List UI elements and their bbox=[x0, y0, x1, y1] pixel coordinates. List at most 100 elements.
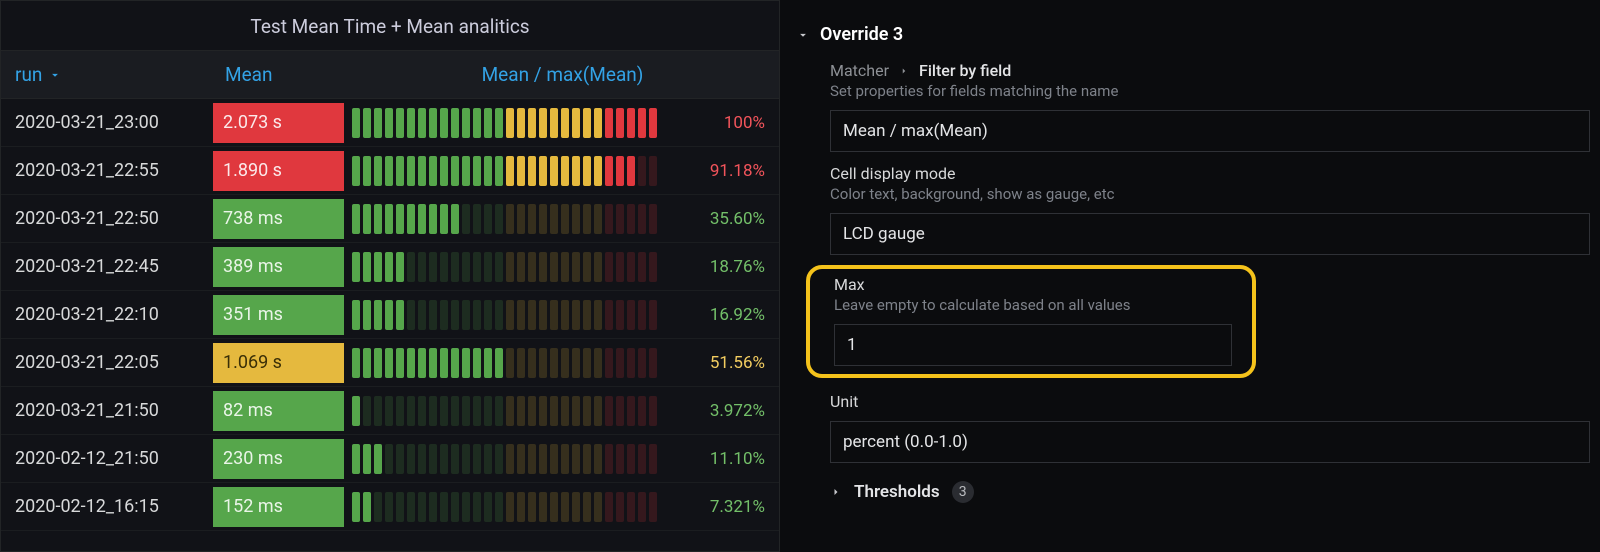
gauge-segment bbox=[484, 156, 492, 186]
gauge-segment bbox=[605, 444, 613, 474]
matcher-select[interactable]: Mean / max(Mean) bbox=[830, 110, 1590, 152]
unit-select[interactable]: percent (0.0-1.0) bbox=[830, 421, 1590, 463]
gauge-segment bbox=[572, 492, 580, 522]
gauge-segment bbox=[484, 492, 492, 522]
gauge-segment bbox=[363, 204, 371, 234]
gauge-segment bbox=[638, 108, 646, 138]
gauge-segment bbox=[385, 300, 393, 330]
gauge-segment bbox=[561, 300, 569, 330]
column-header-gauge[interactable]: Mean / max(Mean) bbox=[346, 51, 779, 98]
gauge-segment bbox=[627, 108, 635, 138]
gauge-segment bbox=[484, 204, 492, 234]
display-mode-select[interactable]: LCD gauge bbox=[830, 213, 1590, 255]
gauge-segment bbox=[451, 396, 459, 426]
gauge-segment bbox=[462, 108, 470, 138]
table-row: 2020-03-21_22:551.890 s91.18% bbox=[1, 147, 779, 195]
gauge-segment bbox=[451, 252, 459, 282]
cell-mean: 82 ms bbox=[211, 389, 346, 433]
gauge-segment bbox=[550, 204, 558, 234]
gauge-segment bbox=[451, 204, 459, 234]
cell-run: 2020-03-21_21:50 bbox=[1, 400, 211, 421]
gauge-segment bbox=[473, 396, 481, 426]
gauge-segment bbox=[484, 252, 492, 282]
gauge-segment bbox=[539, 156, 547, 186]
gauge-segment bbox=[528, 156, 536, 186]
gauge-segment bbox=[440, 156, 448, 186]
gauge-segment bbox=[517, 252, 525, 282]
gauge-segment bbox=[407, 444, 415, 474]
gauge-segment bbox=[594, 156, 602, 186]
column-header-run[interactable]: run bbox=[1, 51, 211, 98]
column-header-mean[interactable]: Mean bbox=[211, 51, 346, 98]
data-panel: Test Mean Time + Mean analitics run Mean… bbox=[0, 0, 780, 552]
matcher-field: Matcher Filter by field Set properties f… bbox=[796, 53, 1600, 156]
table-body: 2020-03-21_23:002.073 s100%2020-03-21_22… bbox=[1, 99, 779, 531]
gauge-segment bbox=[429, 204, 437, 234]
thresholds-header[interactable]: Thresholds 3 bbox=[796, 467, 1600, 503]
gauge-segment bbox=[638, 300, 646, 330]
gauge-segment bbox=[605, 156, 613, 186]
gauge-segment bbox=[396, 156, 404, 186]
gauge-segment bbox=[473, 492, 481, 522]
gauge-segment bbox=[363, 252, 371, 282]
gauge-segment bbox=[517, 156, 525, 186]
breadcrumb-item: Matcher bbox=[830, 61, 889, 80]
gauge-segment bbox=[352, 108, 360, 138]
gauge-segment bbox=[517, 108, 525, 138]
gauge-segment bbox=[583, 108, 591, 138]
gauge-segment bbox=[473, 300, 481, 330]
cell-run: 2020-02-12_21:50 bbox=[1, 448, 211, 469]
percent-value: 35.60% bbox=[699, 209, 771, 229]
gauge-segment bbox=[649, 204, 657, 234]
gauge-segment bbox=[638, 252, 646, 282]
gauge-segment bbox=[572, 108, 580, 138]
gauge-segment bbox=[616, 444, 624, 474]
gauge-segment bbox=[363, 348, 371, 378]
cell-gauge: 11.10% bbox=[346, 444, 779, 474]
gauge-segment bbox=[506, 300, 514, 330]
gauge-segment bbox=[451, 156, 459, 186]
gauge-segment bbox=[440, 300, 448, 330]
gauge-segment bbox=[539, 396, 547, 426]
max-input[interactable] bbox=[834, 324, 1232, 366]
gauge-segment bbox=[517, 204, 525, 234]
gauge-segment bbox=[583, 156, 591, 186]
gauge-segment bbox=[649, 444, 657, 474]
gauge-segment bbox=[495, 444, 503, 474]
percent-value: 7.321% bbox=[699, 497, 771, 517]
gauge-segment bbox=[506, 108, 514, 138]
gauge-segment bbox=[528, 348, 536, 378]
gauge-segment bbox=[396, 444, 404, 474]
gauge-segment bbox=[418, 348, 426, 378]
gauge-segment bbox=[594, 252, 602, 282]
gauge-segment bbox=[363, 492, 371, 522]
gauge-segment bbox=[561, 492, 569, 522]
mean-value: 351 ms bbox=[213, 295, 344, 335]
gauge-segment bbox=[495, 492, 503, 522]
gauge-segment bbox=[462, 348, 470, 378]
gauge-segment bbox=[473, 252, 481, 282]
gauge-segment bbox=[572, 300, 580, 330]
override-header[interactable]: Override 3 bbox=[796, 10, 1600, 53]
gauge-segment bbox=[418, 204, 426, 234]
gauge-segment bbox=[539, 492, 547, 522]
gauge-segment bbox=[352, 204, 360, 234]
gauge-segment bbox=[484, 444, 492, 474]
gauge-segment bbox=[429, 348, 437, 378]
gauge-segment bbox=[495, 252, 503, 282]
gauge-segment bbox=[649, 492, 657, 522]
gauge-segment bbox=[528, 108, 536, 138]
gauge-segment bbox=[583, 348, 591, 378]
gauge-segment bbox=[506, 348, 514, 378]
gauge-segment bbox=[363, 396, 371, 426]
max-input-field[interactable] bbox=[847, 335, 1219, 355]
gauge-segment bbox=[583, 252, 591, 282]
gauge-segment bbox=[594, 108, 602, 138]
gauge-segment bbox=[638, 348, 646, 378]
gauge-segment bbox=[528, 300, 536, 330]
gauge-segment bbox=[418, 396, 426, 426]
gauge-segment bbox=[396, 300, 404, 330]
gauge-segment bbox=[506, 396, 514, 426]
table-row: 2020-03-21_22:45389 ms18.76% bbox=[1, 243, 779, 291]
gauge-segment bbox=[627, 252, 635, 282]
